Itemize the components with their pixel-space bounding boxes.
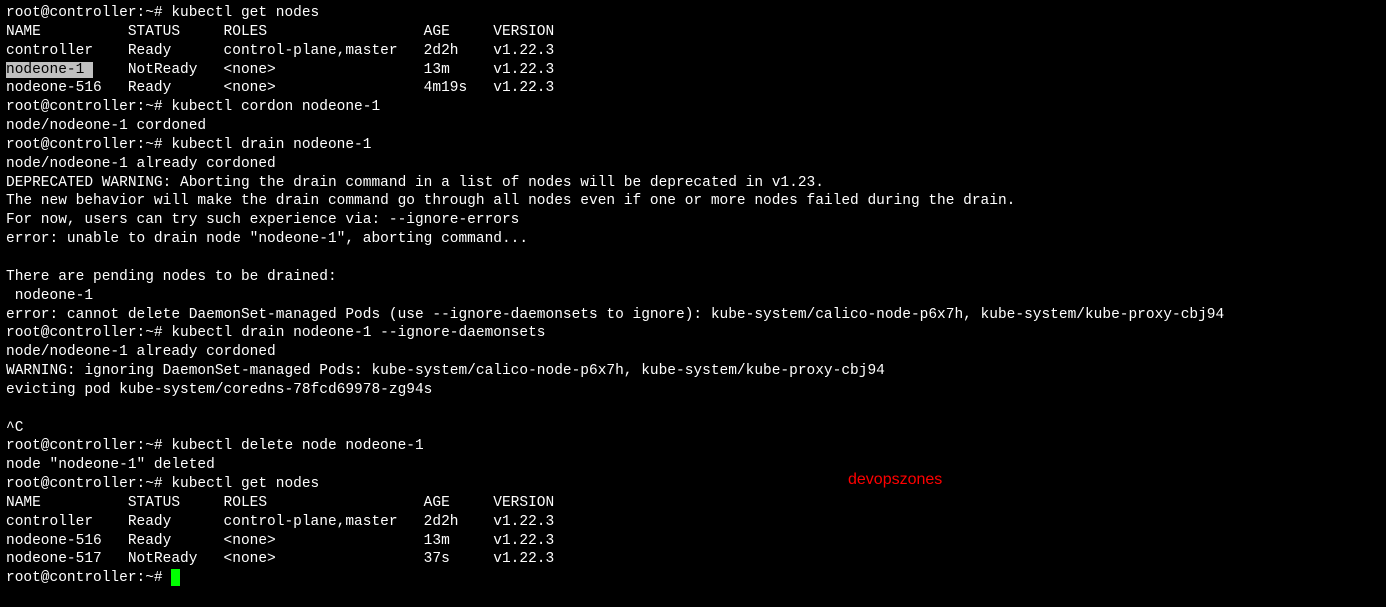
output-line: The new behavior will make the drain com… (6, 192, 1380, 211)
table-row: nodeone-517 NotReady <none> 37s v1.22.3 (6, 550, 1380, 569)
watermark-text: devopszones (848, 470, 942, 491)
output-line: nodeone-1 (6, 287, 1380, 306)
terminal[interactable]: root@controller:~# kubectl get nodes NAM… (6, 4, 1380, 588)
blank-line (6, 249, 1380, 268)
output-line: error: cannot delete DaemonSet-managed P… (6, 306, 1380, 325)
table-row: controller Ready control-plane,master 2d… (6, 42, 1380, 61)
prompt-line: root@controller:~# kubectl get nodes (6, 475, 1380, 494)
output-line: node/nodeone-1 already cordoned (6, 155, 1380, 174)
output-line: WARNING: ignoring DaemonSet-managed Pods… (6, 362, 1380, 381)
table-row: controller Ready control-plane,master 2d… (6, 513, 1380, 532)
blank-line (6, 400, 1380, 419)
table-header: NAME STATUS ROLES AGE VERSION (6, 494, 1380, 513)
prompt-line: root@controller:~# kubectl drain nodeone… (6, 324, 1380, 343)
prompt-line: root@controller:~# kubectl cordon nodeon… (6, 98, 1380, 117)
output-line: There are pending nodes to be drained: (6, 268, 1380, 287)
table-row: nodeone-516 Ready <none> 13m v1.22.3 (6, 532, 1380, 551)
prompt-line: root@controller:~# kubectl delete node n… (6, 437, 1380, 456)
selected-node: nodeone-1 (6, 62, 93, 78)
output-line: evicting pod kube-system/coredns-78fcd69… (6, 381, 1380, 400)
prompt-line: root@controller:~# kubectl get nodes (6, 4, 1380, 23)
table-row: nodeone-1 NotReady <none> 13m v1.22.3 (6, 61, 1380, 80)
table-row: nodeone-516 Ready <none> 4m19s v1.22.3 (6, 79, 1380, 98)
output-line: ^C (6, 419, 1380, 438)
prompt-line: root@controller:~# kubectl drain nodeone… (6, 136, 1380, 155)
output-line: node/nodeone-1 cordoned (6, 117, 1380, 136)
cursor-icon (171, 569, 180, 586)
output-line: node "nodeone-1" deleted (6, 456, 1380, 475)
output-line: error: unable to drain node "nodeone-1",… (6, 230, 1380, 249)
output-line: For now, users can try such experience v… (6, 211, 1380, 230)
prompt-line: root@controller:~# (6, 569, 1380, 588)
output-line: DEPRECATED WARNING: Aborting the drain c… (6, 174, 1380, 193)
table-header: NAME STATUS ROLES AGE VERSION (6, 23, 1380, 42)
output-line: node/nodeone-1 already cordoned (6, 343, 1380, 362)
